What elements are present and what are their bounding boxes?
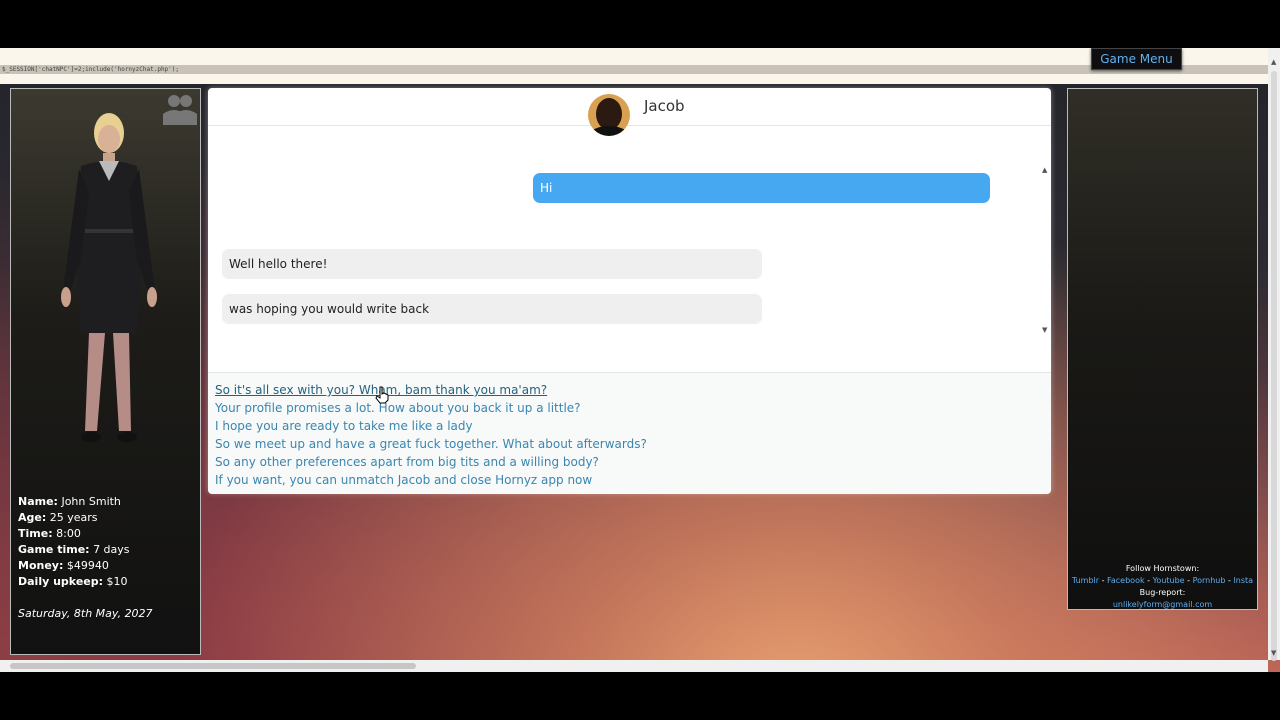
bug-report-email[interactable]: unlikelyform@gmail.com — [1113, 600, 1212, 609]
chat-header: Jacob — [208, 88, 1051, 136]
scroll-up-arrow-icon[interactable]: ▲ — [1271, 58, 1276, 66]
link-youtube[interactable]: Youtube — [1153, 576, 1185, 585]
player-panel: Name: John Smith Age: 25 years Time: 8:0… — [10, 88, 201, 655]
player-stats: Name: John Smith Age: 25 years Time: 8:0… — [18, 494, 130, 590]
stat-daily-upkeep: Daily upkeep: $10 — [18, 575, 128, 588]
stat-game-time: Game time: 7 days — [18, 543, 130, 556]
player-character-image — [61, 113, 157, 442]
stat-money: Money: $49940 — [18, 559, 109, 572]
link-tumblr[interactable]: Tumblr — [1072, 576, 1099, 585]
reply-options: So it's all sex with you? Wham, bam than… — [208, 372, 1051, 494]
game-menu-button[interactable]: Game Menu — [1091, 48, 1182, 70]
contacts-icon[interactable] — [161, 92, 199, 126]
reply-option[interactable]: I hope you are ready to take me like a l… — [215, 419, 473, 433]
reply-option[interactable]: So we meet up and have a great fuck toge… — [215, 437, 647, 451]
link-insta[interactable]: Insta — [1233, 576, 1253, 585]
hand-cursor-icon — [375, 386, 389, 404]
follow-section: Follow Hornstown: Tumblr - Facebook - Yo… — [1068, 563, 1257, 611]
social-links: Tumblr - Facebook - Youtube - Pornhub - … — [1071, 576, 1254, 585]
game-date: Saturday, 8th May, 2027 — [18, 607, 153, 620]
stat-age: Age: 25 years — [18, 511, 98, 524]
follow-label: Follow Hornstown: — [1125, 564, 1200, 573]
link-pornhub[interactable]: Pornhub — [1193, 576, 1226, 585]
message-list: Hi Well hello there! was hoping you woul… — [208, 126, 1051, 372]
header-strip — [0, 74, 1268, 84]
reply-option-unmatch[interactable]: If you want, you can unmatch Jacob and c… — [215, 473, 592, 487]
debug-text: $_SESSION['chatNPC']=2;include('hornyzCh… — [0, 65, 1270, 74]
top-bar — [0, 48, 1268, 65]
chat-window: Jacob Hi Well hello there! was hoping yo… — [208, 88, 1051, 494]
horizontal-scroll-thumb[interactable] — [10, 663, 416, 669]
reply-option[interactable]: Your profile promises a lot. How about y… — [215, 401, 581, 415]
message-bubble-incoming: Well hello there! — [222, 249, 762, 279]
reply-option[interactable]: So any other preferences apart from big … — [215, 455, 599, 469]
scroll-down-arrow-icon[interactable]: ▼ — [1271, 649, 1276, 657]
link-facebook[interactable]: Facebook — [1107, 576, 1145, 585]
contact-name: Jacob — [644, 97, 685, 115]
message-bubble-incoming: was hoping you would write back — [222, 294, 762, 324]
bug-report-label: Bug-report: — [1139, 588, 1186, 597]
vertical-scrollbar[interactable]: ▲ ▼ — [1268, 48, 1280, 661]
horizontal-scrollbar[interactable] — [0, 660, 1268, 672]
stat-time: Time: 8:00 — [18, 527, 81, 540]
game-viewport: $_SESSION['chatNPC']=2;include('hornyzCh… — [0, 48, 1280, 672]
stat-name: Name: John Smith — [18, 495, 121, 508]
message-bubble-outgoing: Hi — [533, 173, 990, 203]
message-scrollbar[interactable]: ▲ ▼ — [1041, 166, 1049, 376]
vertical-scroll-thumb[interactable] — [1271, 71, 1277, 661]
info-panel: Follow Hornstown: Tumblr - Facebook - Yo… — [1067, 88, 1258, 610]
